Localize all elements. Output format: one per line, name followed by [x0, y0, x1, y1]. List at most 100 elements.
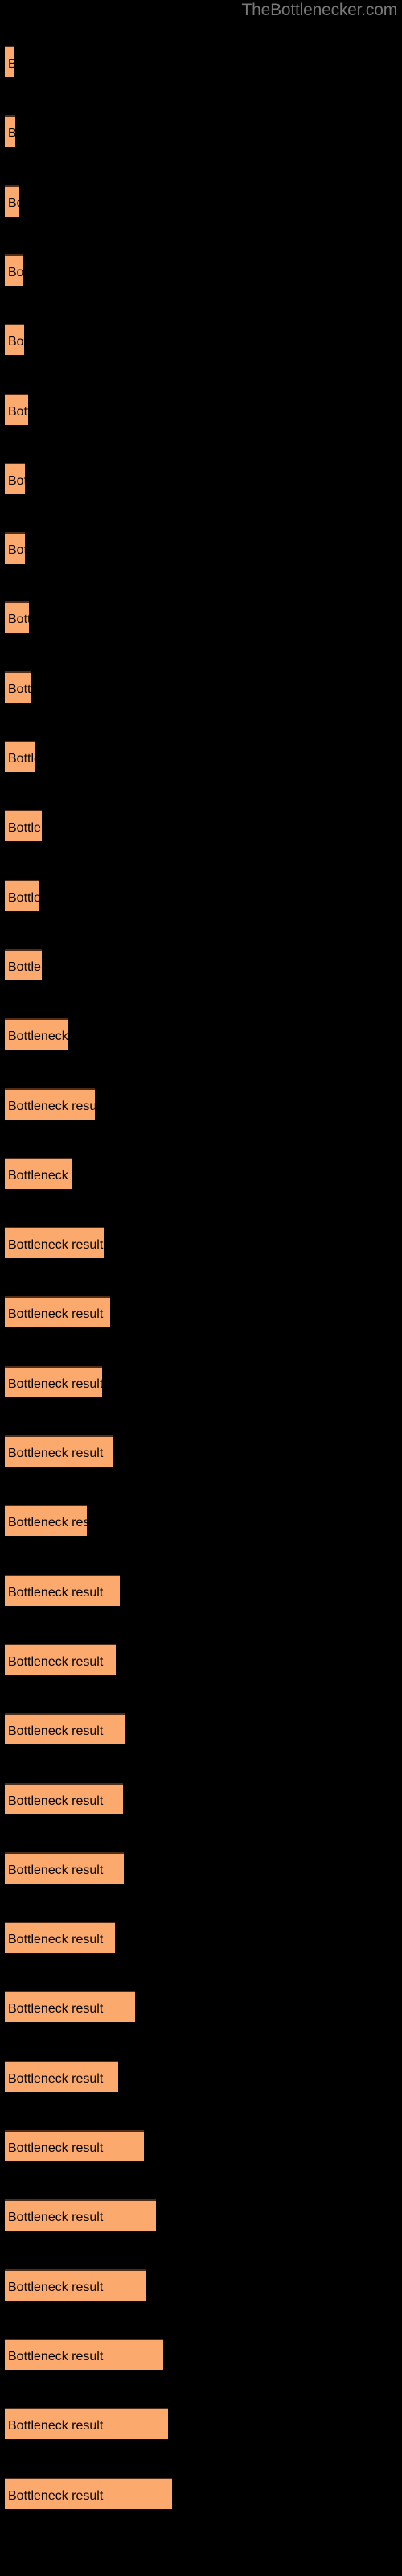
chart-bar[interactable]: Bottleneck result — [5, 532, 25, 564]
bar-clip: Bottleneck result — [5, 948, 42, 980]
chart-bar[interactable]: Bottleneck result — [5, 184, 19, 217]
bar-clip: Bottleneck result — [5, 393, 28, 425]
bar-clip: Bottleneck result — [5, 879, 39, 911]
bar-clip: Bottleneck result — [5, 1574, 120, 1606]
bar-clip: Bottleneck result — [5, 1852, 124, 1884]
bar-clip: Bottleneck result — [5, 2408, 168, 2440]
bar-row: Bottleneck result — [5, 324, 24, 356]
chart-bar[interactable]: Bottleneck result — [5, 879, 39, 911]
bar-value-label: Bottleneck result — [8, 1724, 104, 1739]
bar-row: Bottleneck result — [5, 1574, 120, 1606]
chart-bar[interactable]: Bottleneck result — [5, 1852, 124, 1884]
bar-clip: Bottleneck result — [5, 2477, 172, 2509]
chart-bar[interactable]: Bottleneck result — [5, 2060, 118, 2092]
chart-bar[interactable]: Bottleneck result — [5, 810, 42, 842]
bar-clip: Bottleneck result — [5, 1782, 123, 1814]
bar-row: Bottleneck result — [5, 2477, 172, 2509]
bar-value-label: Bottleneck result — [8, 57, 14, 71]
chart-bar[interactable]: Bottleneck result — [5, 2477, 172, 2509]
bar-row: Bottleneck result — [5, 601, 29, 634]
bar-row: Bottleneck result — [5, 462, 25, 494]
bar-row: Bottleneck result — [5, 1852, 124, 1884]
bar-value-label: Bottleneck result — [8, 2141, 104, 2155]
bar-value-label: Bottleneck result — [8, 1516, 87, 1530]
bar-value-label: Bottleneck result — [8, 1863, 104, 1877]
chart-bar[interactable]: Bottleneck result — [5, 1922, 115, 1954]
bar-clip: Bottleneck result — [5, 324, 24, 356]
chart-bar[interactable]: Bottleneck result — [5, 115, 15, 147]
bar-clip: Bottleneck result — [5, 601, 29, 634]
bar-clip: Bottleneck result — [5, 1435, 113, 1467]
bar-value-label: Bottleneck result — [8, 543, 25, 558]
chart-bar[interactable]: Bottleneck result — [5, 2408, 168, 2440]
bar-clip: Bottleneck result — [5, 1922, 115, 1954]
chart-bar[interactable]: Bottleneck result — [5, 2338, 163, 2370]
bar-value-label: Bottleneck result — [8, 752, 35, 766]
chart-bar[interactable]: Bottleneck result — [5, 1782, 123, 1814]
bar-value-label: Bottleneck result — [8, 2488, 104, 2503]
chart-bar[interactable]: Bottleneck result — [5, 2268, 146, 2301]
bar-row: Bottleneck result — [5, 1157, 72, 1189]
bar-clip: Bottleneck result — [5, 2130, 144, 2161]
bar-value-label: Bottleneck result — [8, 2002, 104, 2017]
chart-bar[interactable]: Bottleneck result — [5, 2130, 144, 2161]
chart-bar[interactable]: Bottleneck result — [5, 1574, 120, 1606]
bar-value-label: Bottleneck result — [8, 2419, 104, 2434]
bar-row: Bottleneck result — [5, 1365, 102, 1397]
bar-row: Bottleneck result — [5, 1991, 135, 2023]
chart-bar[interactable]: Bottleneck result — [5, 46, 14, 77]
bar-clip: Bottleneck result — [5, 1018, 68, 1051]
bar-clip: Bottleneck result — [5, 671, 31, 703]
bar-value-label: Bottleneck result — [8, 890, 39, 905]
bar-row: Bottleneck result — [5, 2060, 118, 2092]
bar-clip: Bottleneck result — [5, 810, 42, 842]
bar-value-label: Bottleneck result — [8, 682, 31, 696]
chart-bar[interactable]: Bottleneck result — [5, 601, 29, 634]
chart-bar[interactable]: Bottleneck result — [5, 1991, 135, 2023]
chart-bar[interactable]: Bottleneck result — [5, 1018, 68, 1051]
bar-row: Bottleneck result — [5, 46, 14, 77]
chart-bar[interactable]: Bottleneck result — [5, 2199, 156, 2231]
bar-row: Bottleneck result — [5, 532, 25, 564]
chart-bar[interactable]: Bottleneck result — [5, 1088, 95, 1120]
bar-row: Bottleneck result — [5, 1505, 87, 1537]
bar-clip: Bottleneck result — [5, 1365, 102, 1397]
bar-value-label: Bottleneck result — [8, 473, 25, 488]
chart-bar[interactable]: Bottleneck result — [5, 948, 42, 980]
bar-row: Bottleneck result — [5, 1088, 95, 1120]
bar-value-label: Bottleneck result — [8, 1585, 104, 1600]
chart-bar[interactable]: Bottleneck result — [5, 462, 25, 494]
bar-row: Bottleneck result — [5, 2130, 144, 2161]
chart-bar[interactable]: Bottleneck result — [5, 1157, 72, 1189]
chart-bar[interactable]: Bottleneck result — [5, 671, 31, 703]
chart-bar[interactable]: Bottleneck result — [5, 741, 35, 772]
bar-row: Bottleneck result — [5, 879, 39, 911]
chart-bar[interactable]: Bottleneck result — [5, 324, 24, 356]
chart-bar[interactable]: Bottleneck result — [5, 1227, 104, 1259]
bar-row: Bottleneck result — [5, 393, 28, 425]
chart-bar[interactable]: Bottleneck result — [5, 254, 23, 286]
bar-value-label: Bottleneck result — [8, 2280, 104, 2294]
bar-value-label: Bottleneck result — [8, 1307, 104, 1322]
bar-value-label: Bottleneck result — [8, 1377, 102, 1391]
chart-bar[interactable]: Bottleneck result — [5, 1296, 110, 1328]
bar-row: Bottleneck result — [5, 254, 23, 286]
chart-bar[interactable]: Bottleneck result — [5, 1365, 102, 1397]
chart-bar[interactable]: Bottleneck result — [5, 1505, 87, 1537]
chart-bar[interactable]: Bottleneck result — [5, 1713, 125, 1745]
bar-row: Bottleneck result — [5, 1296, 110, 1328]
chart-bar[interactable]: Bottleneck result — [5, 1643, 116, 1675]
bar-clip: Bottleneck result — [5, 462, 25, 494]
bar-value-label: Bottleneck result — [8, 2211, 104, 2225]
bar-value-label: Bottleneck result — [8, 335, 24, 349]
bar-value-label: Bottleneck result — [8, 613, 29, 627]
bar-clip: Bottleneck result — [5, 1157, 72, 1189]
bar-row: Bottleneck result — [5, 2268, 146, 2301]
chart-bar[interactable]: Bottleneck result — [5, 393, 28, 425]
bar-clip: Bottleneck result — [5, 2338, 163, 2370]
bar-value-label: Bottleneck result — [8, 265, 23, 279]
bar-row: Bottleneck result — [5, 948, 42, 980]
chart-bar[interactable]: Bottleneck result — [5, 1435, 113, 1467]
bar-row: Bottleneck result — [5, 741, 35, 772]
bar-row: Bottleneck result — [5, 1922, 115, 1954]
